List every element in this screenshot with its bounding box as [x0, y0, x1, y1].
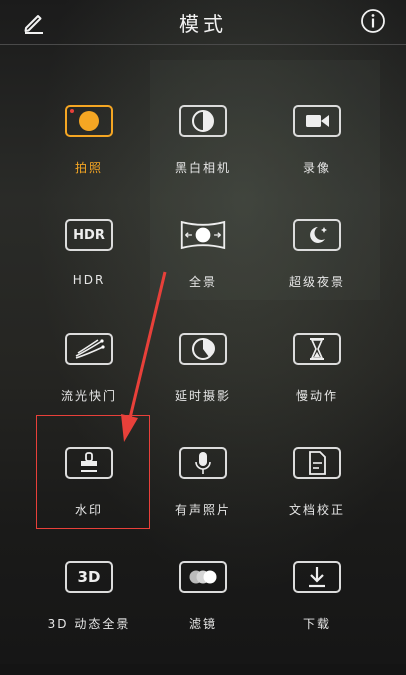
annotation-highlight-box — [36, 415, 150, 529]
mode-slow-motion[interactable]: 慢动作 — [260, 333, 374, 447]
download-icon — [293, 561, 341, 593]
mode-download[interactable]: 下载 — [260, 561, 374, 675]
panorama-icon — [179, 219, 227, 251]
filter-icon — [179, 561, 227, 593]
mode-audio-photo[interactable]: 有声照片 — [146, 447, 260, 561]
mode-label: 黑白相机 — [174, 161, 231, 175]
mode-label: 全景 — [188, 275, 217, 289]
mode-label: 超级夜景 — [288, 275, 345, 289]
mode-document-correction[interactable]: 文档校正 — [260, 447, 374, 561]
hdr-icon: HDR — [65, 219, 113, 251]
3d-icon: 3D — [65, 561, 113, 593]
document-icon — [293, 447, 341, 479]
monochrome-icon — [179, 105, 227, 137]
mode-panorama[interactable]: 全景 — [146, 219, 260, 333]
light-trail-icon — [65, 333, 113, 365]
hdr-icon-text: HDR — [73, 227, 105, 243]
mode-label: 文档校正 — [288, 503, 345, 517]
mode-video[interactable]: 录像 — [260, 105, 374, 219]
mode-super-night[interactable]: 超级夜景 — [260, 219, 374, 333]
mode-filter[interactable]: 滤镜 — [146, 561, 260, 675]
mode-label: HDR — [72, 273, 106, 287]
moon-icon — [293, 219, 341, 251]
pencil-icon[interactable] — [22, 10, 46, 34]
mode-label: 延时摄影 — [174, 389, 231, 403]
mode-label: 下载 — [302, 617, 331, 631]
mode-3d-panorama[interactable]: 3D 3D 动态全景 — [32, 561, 146, 675]
hourglass-icon — [293, 333, 341, 365]
mode-hdr[interactable]: HDR HDR — [32, 219, 146, 333]
mode-timelapse[interactable]: 延时摄影 — [146, 333, 260, 447]
timelapse-icon — [179, 333, 227, 365]
mode-monochrome[interactable]: 黑白相机 — [146, 105, 260, 219]
mode-label: 拍照 — [74, 161, 103, 175]
info-icon[interactable] — [360, 8, 386, 34]
mode-grid: 拍照 黑白相机 录像 HDR HDR 全景 超级夜景 流光快门 延时摄影 慢动作… — [32, 105, 374, 675]
mode-photo[interactable]: 拍照 — [32, 105, 146, 219]
header-divider — [0, 44, 406, 45]
mode-label: 3D 动态全景 — [47, 617, 131, 631]
3d-icon-text: 3D — [77, 568, 101, 586]
mode-label: 滤镜 — [188, 617, 217, 631]
top-bar: 模式 — [0, 0, 406, 44]
video-camera-icon — [293, 105, 341, 137]
mode-label: 录像 — [302, 161, 331, 175]
mode-label: 慢动作 — [295, 389, 338, 403]
microphone-icon — [179, 447, 227, 479]
mode-label: 有声照片 — [174, 503, 231, 517]
mode-label: 流光快门 — [60, 389, 117, 403]
photo-icon — [65, 105, 113, 137]
page-title: 模式 — [179, 11, 227, 36]
